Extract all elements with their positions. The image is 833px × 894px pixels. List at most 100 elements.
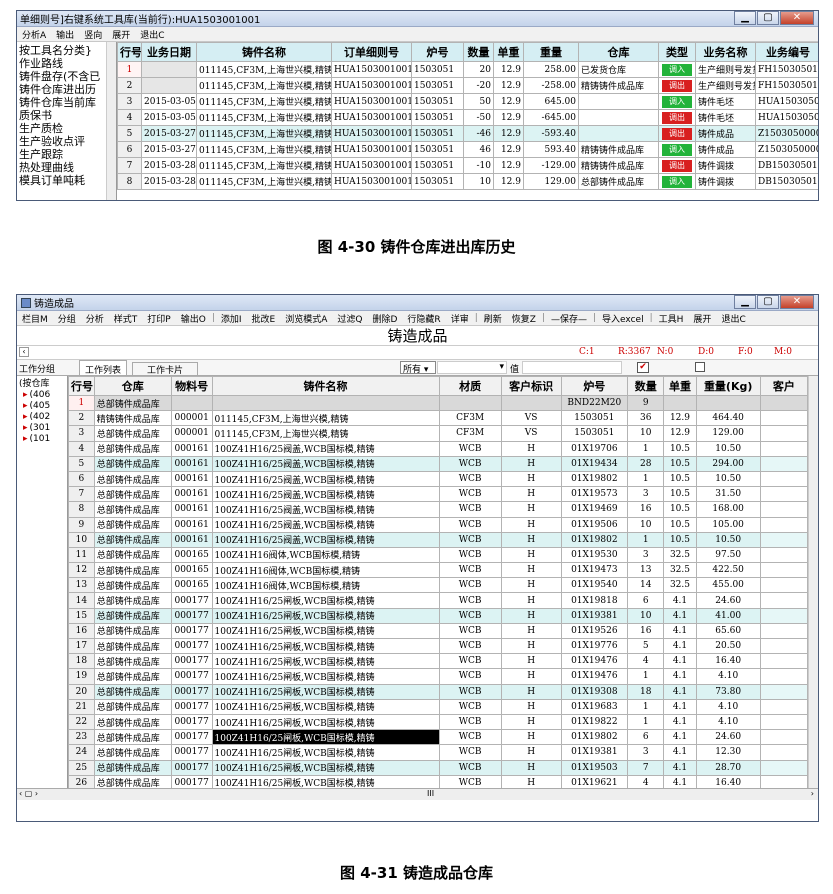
table-row[interactable]: 2 精铸铸件成品库 000001 011145,CF3M,上海世兴模,精铸 CF3M VS… (68, 410, 809, 427)
tree-item[interactable]: 生产验收点评 (19, 135, 116, 148)
table-row[interactable]: 24 总部铸件成品库 000177 100Z41H16/25闸板,WCB国标模,精铸 W… (68, 744, 809, 761)
filter-select[interactable]: 所有 ▾ (400, 361, 436, 375)
column-header[interactable]: 业务编号 (755, 42, 818, 62)
menu-item[interactable]: 输出 (51, 28, 79, 41)
toolbar-item[interactable]: 删除D (367, 312, 402, 325)
hscroll-left[interactable]: ‹ ▢ › (19, 789, 38, 798)
tree-item[interactable]: 模具订单吨耗 (19, 174, 116, 187)
toolbar-item[interactable]: 导入excel (597, 312, 649, 325)
table-row[interactable]: 12 总部铸件成品库 000165 100Z41H16阀体,WCB国标模,精铸 WCB H… (68, 562, 809, 579)
column-header[interactable]: 单重 (663, 376, 697, 396)
table-row[interactable]: 23 总部铸件成品库 000177 100Z41H16/25闸板,WCB国标模,精铸 W… (68, 729, 809, 746)
filter-checkbox-checked[interactable]: ✔ (637, 362, 649, 373)
toolbar-item[interactable]: 详审 (446, 312, 474, 325)
table-row[interactable]: 16 总部铸件成品库 000177 100Z41H16/25闸板,WCB国标模,精铸 W… (68, 622, 809, 640)
toolbar-item[interactable]: 浏览模式A (280, 312, 332, 325)
table-row[interactable]: 19 总部铸件成品库 000177 100Z41H16/25闸板,WCB国标模,精铸 W… (68, 668, 809, 685)
table-row[interactable]: 15 总部铸件成品库 000177 100Z41H16/25闸板,WCB国标模,精铸 W… (68, 607, 809, 624)
hscroll-mid[interactable]: III (427, 789, 434, 798)
column-header[interactable]: 仓库 (578, 42, 659, 62)
table-row[interactable]: 25 总部铸件成品库 000177 100Z41H16/25闸板,WCB国标模,精铸 W… (68, 759, 809, 776)
tab-work-list[interactable]: 工作列表 (79, 360, 128, 376)
table-row[interactable]: 2 011145,CF3M,上海世兴模,精铸 HUA1503001001 150305… (117, 77, 818, 94)
menu-item[interactable]: 竖向 (79, 28, 107, 41)
table-row[interactable]: 1 011145,CF3M,上海世兴模,精铸 HUA1503001001 150305… (117, 61, 818, 78)
toolbar-item[interactable]: 过滤Q (332, 312, 367, 325)
column-header[interactable]: 炉号 (411, 42, 464, 62)
table-row[interactable]: 17 总部铸件成品库 000177 100Z41H16/25闸板,WCB国标模,精铸 W… (68, 637, 809, 655)
table-row[interactable]: 6 2015-03-27 011145,CF3M,上海世兴模,精铸 HUA150300… (117, 141, 818, 158)
column-header[interactable]: 铸件名称 (211, 376, 440, 396)
tree-item[interactable]: 生产跟踪 (19, 148, 116, 161)
table-row[interactable]: 7 总部铸件成品库 000161 100Z41H16/25阀盖,WCB国标模,精铸 WC… (68, 486, 809, 503)
tab-work-group[interactable]: 工作分组 (19, 362, 55, 375)
toolbar-item[interactable]: 输出O (176, 312, 211, 325)
maximize-button[interactable]: ▢ (757, 295, 779, 309)
tree-expand-icon[interactable]: ▸ (23, 423, 28, 433)
column-header[interactable]: 物料号 (170, 376, 213, 396)
table-row[interactable]: 13 总部铸件成品库 000165 100Z41H16阀体,WCB国标模,精铸 WCB H… (68, 577, 809, 594)
table-row[interactable]: 22 总部铸件成品库 000177 100Z41H16/25闸板,WCB国标模,精铸 W… (68, 713, 809, 731)
table-row[interactable]: 1 总部铸件成品库 BND22M20 9 (68, 394, 809, 412)
table-row[interactable]: 8 总部铸件成品库 000161 100Z41H16/25阀盖,WCB国标模,精铸 WC… (68, 501, 809, 518)
column-header[interactable]: 订单细则号 (331, 42, 412, 62)
table-row[interactable]: 14 总部铸件成品库 000177 100Z41H16/25闸板,WCB国标模,精铸 W… (68, 592, 809, 609)
column-header[interactable]: 重量(Kg) (695, 376, 761, 396)
filter-checkbox[interactable] (695, 362, 705, 372)
column-header[interactable]: 业务名称 (695, 42, 756, 62)
tree-item[interactable]: 铸件仓库当前库 (19, 96, 116, 109)
table-row[interactable]: 7 2015-03-28 011145,CF3M,上海世兴模,精铸 HUA150300… (117, 157, 818, 174)
tree-node[interactable]: ▸ (301 (17, 423, 67, 434)
tree-node[interactable]: ▸ (402 (17, 412, 67, 423)
maximize-button[interactable]: ▢ (757, 11, 779, 25)
toolbar-item[interactable]: 退出C (716, 312, 750, 325)
menu-item[interactable]: 展开 (107, 28, 135, 41)
tree-item[interactable]: 按工具名分类} (19, 44, 116, 57)
table-row[interactable]: 4 总部铸件成品库 000161 100Z41H16/25阀盖,WCB国标模,精铸 WC… (68, 440, 809, 457)
toolbar-item[interactable]: 刷新 (479, 312, 507, 325)
toolbar-item[interactable]: 工具H (654, 312, 689, 325)
toolbar-item[interactable]: 展开 (688, 312, 716, 325)
tree-item[interactable]: 热处理曲线 (19, 161, 116, 174)
minimize-button[interactable]: ▁ (734, 11, 756, 25)
toolbar-item[interactable]: 分组 (53, 312, 81, 325)
column-header[interactable]: 数量 (627, 376, 665, 396)
column-header[interactable]: 炉号 (560, 376, 629, 396)
table-row[interactable]: 11 总部铸件成品库 000165 100Z41H16阀体,WCB国标模,精铸 WCB H… (68, 546, 809, 564)
column-header[interactable]: 行号 (68, 376, 95, 396)
table-row[interactable]: 26 总部铸件成品库 000177 100Z41H16/25闸板,WCB国标模,精铸 W… (68, 774, 809, 788)
tree-scrollbar[interactable] (106, 42, 116, 200)
tree-node[interactable]: ▸ (405 (17, 401, 67, 412)
table-row[interactable]: 4 2015-03-05 011145,CF3M,上海世兴模,精铸 HUA150300… (117, 109, 818, 126)
tree-item[interactable]: 生产质检 (19, 122, 116, 135)
toolbar-item[interactable]: 行隐藏R (402, 312, 445, 325)
tree-item[interactable]: 铸件仓库进出历 (19, 83, 116, 96)
toolbar-item[interactable]: —保存— (546, 312, 592, 325)
column-header[interactable]: 单重 (493, 42, 524, 62)
table-row[interactable]: 20 总部铸件成品库 000177 100Z41H16/25闸板,WCB国标模,精铸 W… (68, 683, 809, 700)
menu-item[interactable]: 分析A (17, 28, 51, 41)
table-row[interactable]: 5 总部铸件成品库 000161 100Z41H16/25阀盖,WCB国标模,精铸 WC… (68, 455, 809, 472)
table-row[interactable]: 9 总部铸件成品库 000161 100Z41H16/25阀盖,WCB国标模,精铸 WC… (68, 516, 809, 533)
table-row[interactable]: 10 总部铸件成品库 000161 100Z41H16/25阀盖,WCB国标模,精铸 W… (68, 531, 809, 548)
column-header[interactable]: 重量 (523, 42, 579, 62)
close-button[interactable]: ✕ (780, 295, 814, 309)
minimize-button[interactable]: ▁ (734, 295, 756, 309)
table-row[interactable]: 18 总部铸件成品库 000177 100Z41H16/25闸板,WCB国标模,精铸 W… (68, 653, 809, 670)
table-row[interactable]: 6 总部铸件成品库 000161 100Z41H16/25阀盖,WCB国标模,精铸 WC… (68, 470, 809, 488)
column-header[interactable]: 业务日期 (141, 42, 197, 62)
table-row[interactable]: 8 2015-03-28 011145,CF3M,上海世兴模,精铸 HUA150300… (117, 173, 818, 190)
tree-item[interactable]: 质保书 (19, 109, 116, 122)
tab-work-card[interactable]: 工作卡片 (132, 362, 199, 377)
column-header[interactable]: 客户 (759, 376, 809, 396)
column-header[interactable]: 仓库 (93, 376, 172, 396)
toolbar-item[interactable]: 分析 (81, 312, 109, 325)
hscroll-right[interactable]: › (811, 789, 814, 798)
toolbar-item[interactable]: 恢复Z (507, 312, 541, 325)
close-button[interactable]: ✕ (780, 11, 814, 25)
tree-item[interactable]: 作业路线 (19, 57, 116, 70)
tree-item[interactable]: 铸件盘存(不含已 (19, 70, 116, 83)
tree-expand-icon[interactable]: ▸ (23, 390, 28, 400)
tree-expand-icon[interactable]: ▸ (23, 401, 28, 411)
table-row[interactable]: 5 2015-03-27 011145,CF3M,上海世兴模,精铸 HUA150300… (117, 125, 818, 142)
